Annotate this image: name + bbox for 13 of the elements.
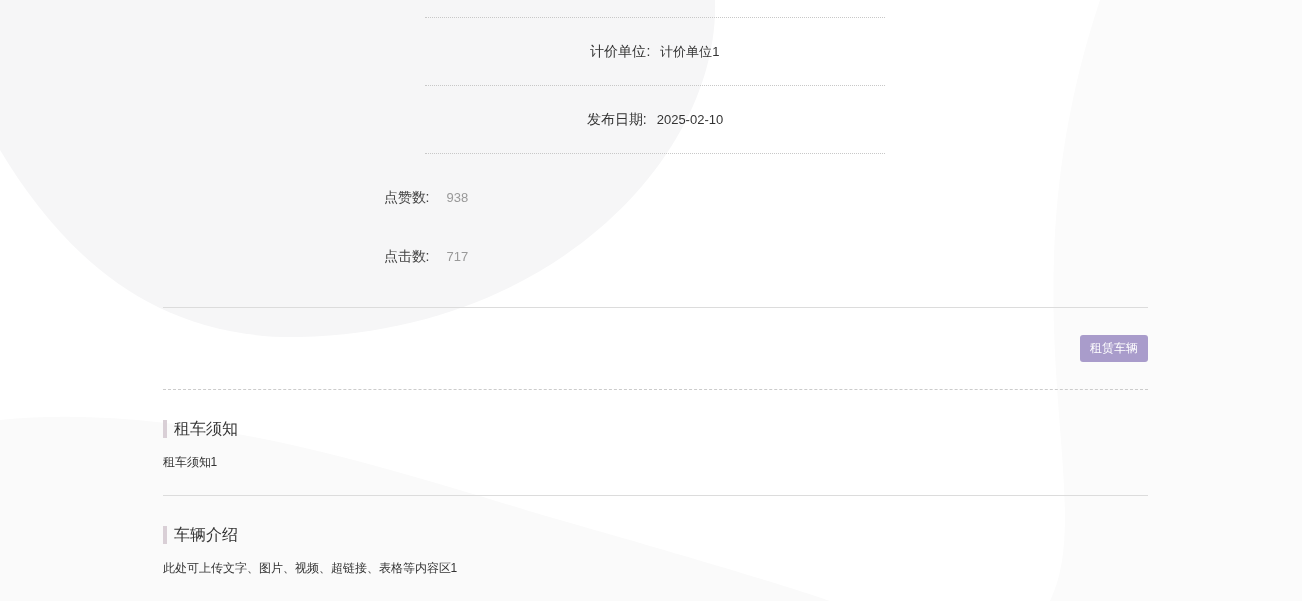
rent-button[interactable]: 租赁车辆 <box>1079 335 1148 362</box>
section-heading: 车辆介绍 <box>162 526 238 544</box>
field-value: 计价单位1 <box>660 42 720 61</box>
section-text: 此处可上传文字、图片、视频、超链接、表格等内容区1 <box>162 560 458 577</box>
field-value: 2025-02-10 <box>656 112 724 127</box>
section-text: 租车须知1 <box>162 454 218 471</box>
section-heading: 租车须知 <box>162 420 238 438</box>
stat-label: 点击数: <box>382 247 430 266</box>
field-label: 发布日期: <box>586 110 647 129</box>
stat-value: 717 <box>446 249 469 264</box>
field-label: 计价单位: <box>590 42 651 61</box>
stat-label: 点赞数: <box>382 188 430 207</box>
stat-value: 938 <box>446 190 469 205</box>
